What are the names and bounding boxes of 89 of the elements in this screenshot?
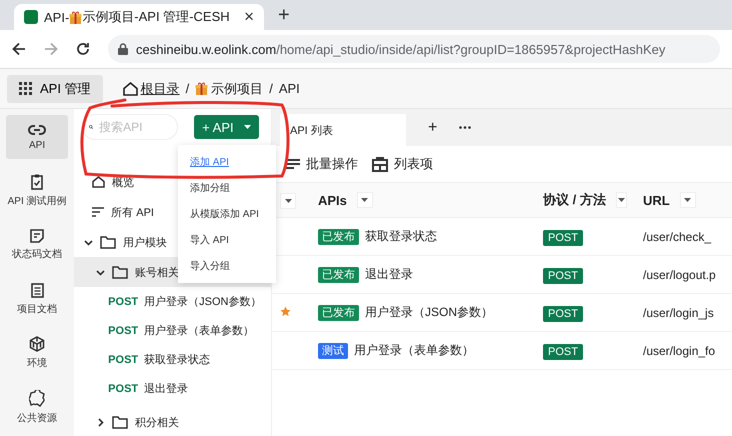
new-tab-button[interactable]: + [278, 4, 290, 26]
cube-icon [29, 336, 46, 352]
column-header: URL [643, 192, 670, 208]
api-url: /user/check_ [643, 230, 712, 244]
add-tab-button[interactable]: + [428, 118, 438, 136]
api-tree-item[interactable]: POST 获取登录状态 [74, 345, 271, 374]
api-url: /user/login_fo [643, 344, 716, 358]
status-tag: 已发布 [318, 305, 359, 321]
api-tree-item[interactable]: POST 用户登录（表单参数） [74, 316, 271, 345]
url-path: /home/api_studio/inside/api/list?groupID=1865957&projectHashKey [276, 42, 666, 56]
method-tag: POST [543, 230, 583, 246]
column-header: 协议 / 方法 [543, 191, 606, 209]
caret-icon[interactable] [684, 198, 692, 202]
site-favicon-icon [24, 10, 38, 24]
tab-title: 示例项目-API 管理-CESH [82, 8, 230, 26]
chevron-icon[interactable] [96, 268, 106, 276]
nav-rail-item[interactable]: API 测试用例 [6, 169, 68, 213]
breadcrumb-separator: / [186, 81, 190, 96]
breadcrumb-link[interactable]: 根目录 [140, 80, 180, 98]
caret-icon[interactable] [361, 198, 368, 202]
api-name[interactable]: 用户登录（JSON参数） [365, 305, 494, 319]
column-menu-button[interactable] [280, 193, 296, 209]
url-host: ceshineibu.w.eolink.com [136, 42, 276, 56]
folder-icon [112, 416, 128, 428]
column-menu-button[interactable] [680, 192, 696, 208]
menu-item[interactable]: 导入 API [178, 227, 276, 253]
column-menu-button[interactable] [356, 192, 373, 208]
api-tree-item[interactable]: POST 用户登录（JSON参数） [74, 287, 271, 316]
breadcrumb-separator: / [269, 81, 273, 96]
more-icon[interactable] [459, 126, 472, 129]
method-tag: POST [543, 306, 583, 322]
nav-rail-item[interactable]: 公共资源 [6, 385, 68, 429]
api-list-tab[interactable]: API 列表 [280, 114, 406, 146]
toolbar-action[interactable]: 批量操作 [306, 155, 358, 173]
chevron-icon[interactable] [84, 238, 94, 246]
tree-folder[interactable]: 积分相关 [74, 407, 271, 436]
api-name[interactable]: 退出登录 [365, 267, 413, 281]
toolbar-action[interactable]: 列表项 [394, 155, 433, 173]
status-tag: 测试 [318, 343, 348, 359]
note-icon [30, 229, 44, 243]
apps-grid-icon [19, 82, 32, 95]
caret-icon[interactable] [244, 125, 251, 129]
close-tab-button[interactable]: × [244, 7, 254, 27]
list-icon [92, 207, 104, 217]
nav-rail-item[interactable]: API [6, 115, 68, 159]
nav-rail-item[interactable]: 项目文档 [6, 277, 68, 321]
gift-icon [195, 82, 208, 95]
star-icon[interactable] [280, 306, 291, 316]
breadcrumb-link[interactable]: 示例项目 [211, 80, 264, 98]
link-icon [28, 124, 46, 136]
home-icon [92, 176, 106, 188]
tab-title-prefix: API- [44, 10, 70, 24]
batch-icon [286, 158, 300, 170]
document-icon [30, 282, 44, 298]
add-api-button[interactable]: + API [194, 115, 259, 139]
api-url: /user/logout.p [643, 268, 716, 282]
menu-item[interactable]: 添加 API [178, 149, 276, 175]
nav-rail-item[interactable]: 环境 [6, 331, 68, 375]
folder-icon [112, 266, 128, 278]
browser-tab[interactable]: API- 示例项目-API 管理-CESH × [14, 4, 264, 30]
clipboard-check-icon [31, 174, 44, 190]
column-header: APIs [318, 192, 347, 208]
home-icon [122, 82, 138, 96]
status-tag: 已发布 [318, 267, 359, 283]
menu-item[interactable]: 从模版添加 API [178, 201, 276, 227]
method-tag: POST [543, 268, 583, 284]
lock-icon [118, 43, 128, 55]
address-bar[interactable]: ceshineibu.w.eolink.com/home/api_studio/inside/api/list?groupID=1865957&projectHashKey [108, 35, 720, 63]
api-tree-item[interactable]: POST 退出登录 [74, 374, 271, 403]
caret-icon[interactable] [618, 198, 625, 202]
api-name[interactable]: 用户登录（表单参数） [354, 343, 474, 357]
api-name[interactable]: 获取登录状态 [365, 229, 437, 243]
gift-icon [69, 10, 82, 24]
table-icon [372, 156, 388, 172]
column-menu-button[interactable] [616, 192, 627, 208]
status-tag: 已发布 [318, 229, 359, 245]
search-field[interactable]: 搜索API [82, 114, 178, 140]
reload-icon[interactable] [76, 42, 90, 56]
api-url: /user/login_js [643, 306, 714, 320]
folder-icon [100, 236, 116, 248]
module-switch-button[interactable]: API 管理 [7, 74, 103, 102]
menu-item[interactable]: 添加分组 [178, 175, 276, 201]
caret-icon[interactable] [284, 199, 292, 203]
nav-rail-item[interactable]: 状态码文档 [6, 223, 68, 267]
back-icon[interactable] [12, 42, 26, 56]
search-input[interactable]: 搜索API [97, 119, 172, 135]
method-tag: POST [543, 344, 583, 360]
chevron-icon[interactable] [96, 418, 106, 426]
breadcrumb-link[interactable]: API [278, 81, 300, 96]
